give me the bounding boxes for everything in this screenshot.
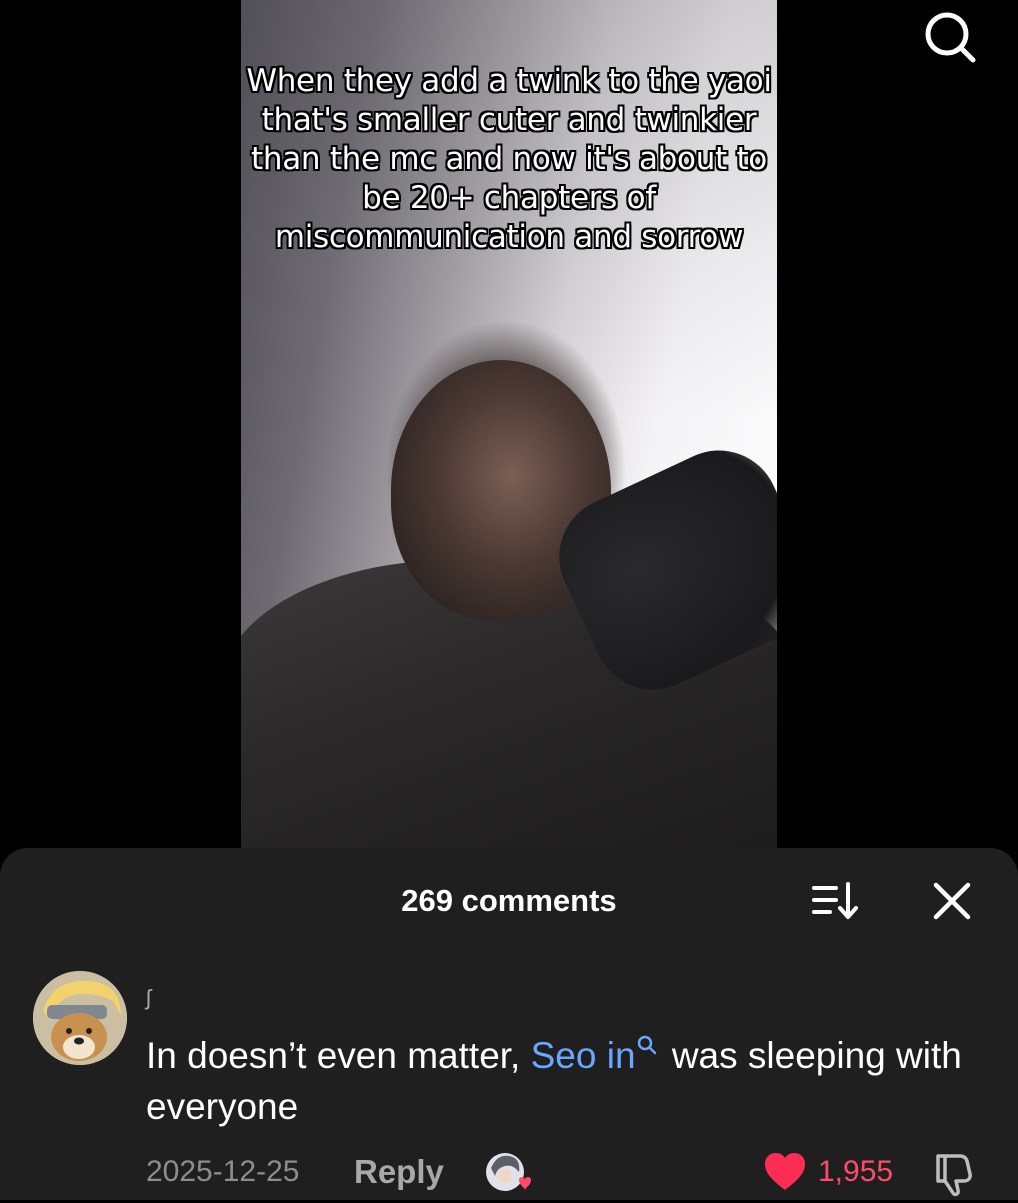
comment-text-start: In doesn’t even matter,: [146, 1035, 531, 1076]
video-caption-overlay: When they add a twink to the yaoi that's…: [246, 63, 772, 255]
dog-avatar-icon: [33, 971, 127, 1065]
comment-date: 2025-12-25: [146, 1155, 300, 1188]
reply-button[interactable]: Reply: [354, 1153, 444, 1191]
creator-avatar-icon: [486, 1153, 531, 1191]
creator-liked-badge: [483, 1150, 535, 1198]
heart-icon: [765, 1153, 805, 1190]
mention-link[interactable]: Seo in: [531, 1035, 662, 1076]
close-icon: [933, 882, 971, 920]
commenter-avatar[interactable]: [33, 971, 127, 1065]
search-button[interactable]: [914, 4, 984, 68]
thumbs-down-icon: [936, 1154, 972, 1197]
commenter-username[interactable]: ʃ: [146, 985, 151, 1011]
sort-icon: [812, 882, 858, 919]
mention-text: Seo in: [530, 1035, 636, 1076]
comment-body: In doesn’t even matter, Seo in was sleep…: [146, 1030, 986, 1132]
mention-search-icon: [637, 1035, 656, 1055]
like-button[interactable]: [762, 1150, 808, 1194]
sort-comments-button[interactable]: [806, 876, 866, 926]
close-comments-button[interactable]: [924, 874, 980, 928]
like-count: 1,955: [818, 1155, 894, 1188]
search-icon: [925, 12, 976, 63]
dislike-button[interactable]: [930, 1150, 980, 1198]
